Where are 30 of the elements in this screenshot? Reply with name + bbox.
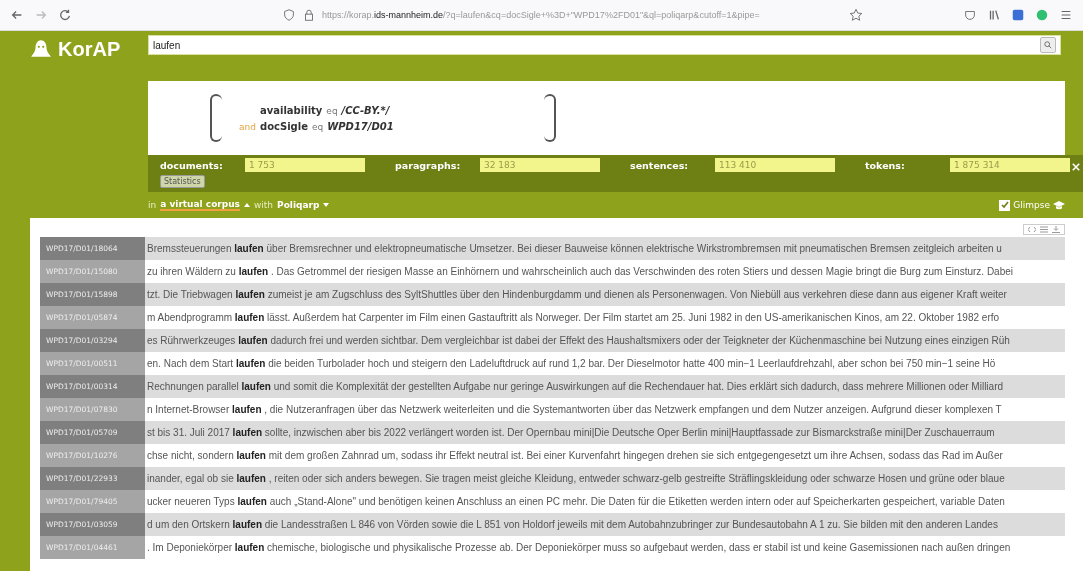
search-field[interactable]: laufen (148, 35, 1061, 55)
kwic-snippet[interactable]: tzt. Die Triebwagen laufen zumeist je am Zugschluss des SyltShuttles über den Hindenburgdamm und dienen als Personenwagen. Von Niebüll aus verkehren diese dann aus eigener Kraft weiter (145, 283, 1065, 307)
language-prefix: with (254, 200, 274, 210)
stat-value: 32 183 (480, 158, 600, 172)
stat-value: 1 875 314 (950, 158, 1070, 172)
kwic-snippet[interactable]: d um den Ortskern laufen die Landesstraßen L 846 von Vörden sowie die L 851 von Holdorf jeweils mit dem Autobahnzubringer zur Bundesautobahn A 1 zu. Sie bilden mit den anderen Landes (145, 513, 1065, 537)
stat-value: 1 753 (245, 158, 365, 172)
logo[interactable]: KorAP (58, 37, 121, 61)
corpus-prefix: in (148, 200, 157, 210)
kwic-snippet[interactable]: Bremssteuerungen laufen über Bremsrechner und elektropneumatische Umsetzer. Bei dieser Bauweise können elektrische Wirkstrombremsen mit pneumatischen Bremsen zeitgleich arbeiten u (145, 237, 1065, 261)
rule-value[interactable]: WPD17/D01 (327, 120, 394, 132)
rule-key[interactable]: docSigle (260, 120, 308, 132)
rule-key[interactable]: availability (260, 104, 323, 116)
kwic-snippet[interactable]: Rechnungen parallel laufen und somit die Komplexität der gestellten Aufgabe nur geringe Auswirkungen auf die Rechendauer hat. Dies erklärt sich dadurch, dass mehrere Millionen oder Milliard (145, 375, 1065, 399)
stat-label: sentences: (630, 159, 690, 171)
rule-operator[interactable]: eq (311, 121, 324, 132)
kwic-snippet[interactable]: inander, egal ob sie laufen , reiten oder sich anders bewegen. Sie tragen meist gleiche Kleidung, entweder schwarz-gelb gestreifte Sträflingskleidung oder schwarze Hosen und grüne oder blaue (145, 467, 1065, 491)
glimpse-label[interactable]: Glimpse (1013, 200, 1050, 210)
rule-operator[interactable]: eq (326, 105, 338, 116)
stat-value: 113 410 (715, 158, 835, 172)
statistics-button[interactable]: Statistics (160, 175, 205, 188)
stat-label: documents: (160, 159, 224, 171)
kwic-snippet[interactable]: es Rührwerkzeuges laufen dadurch frei und werden sichtbar. Dem vergleichbar ist dabei der Effekt des Haushaltsmixers oder der Teigkneter der Küchenmaschine bei Nutzung eines einzigen Rüh (145, 329, 1065, 353)
rule-value[interactable]: /CC-BY.*/ (341, 104, 390, 116)
kwic-snippet[interactable]: st bis 31. Juli 2017 laufen sollte, inzwischen aber bis 2022 verlängert worden ist. Der Opernbau mini|Die Deutsche Oper Berlin mini|Hauptfassade zur Bismarckstraße mini|Der Zuschauerraum (145, 421, 1065, 445)
corpus-link[interactable]: a virtual corpus (160, 199, 240, 211)
stat-label: tokens: (865, 159, 906, 171)
query-language-link[interactable]: Poliqarp (277, 200, 320, 210)
address-field[interactable]: https://korap.ids-mannheim.de/?q=laufen&cq=docSigle+%3D+"WPD17%2FD01"&ql=poliqarp&cutoff=1&pipe= (322, 10, 760, 20)
stat-label: paragraphs: (395, 159, 462, 171)
